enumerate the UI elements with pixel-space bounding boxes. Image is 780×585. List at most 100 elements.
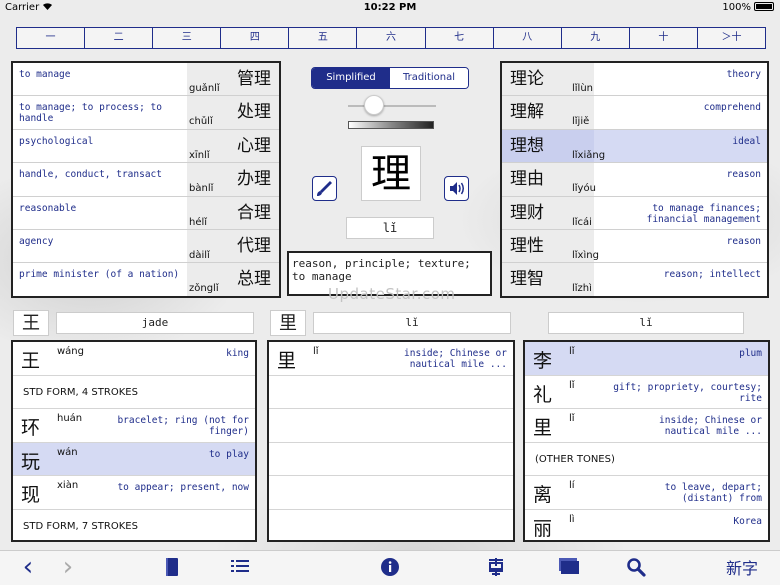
book-icon <box>166 558 178 576</box>
char-pinyin: huán <box>57 413 83 424</box>
word-hanzi: 理论 <box>510 69 544 89</box>
word-pinyin: bànlǐ <box>189 183 214 195</box>
brush-button[interactable] <box>312 176 337 201</box>
char-row[interactable]: 玩 wán to play <box>13 442 255 476</box>
char-definition: Korea <box>733 515 762 527</box>
book-button[interactable] <box>160 557 184 581</box>
word-row[interactable]: psychological 心理 xīnlǐ <box>13 129 279 164</box>
word-row[interactable]: to manage; to process; to handle 处理 chǔlǐ <box>13 96 279 130</box>
word-hanzi: 总理 <box>237 269 271 290</box>
char-pinyin: wáng <box>57 346 84 357</box>
char-row[interactable]: 环 huán bracelet; ring (not for finger) <box>13 409 255 443</box>
traditional-button[interactable]: Traditional <box>390 68 468 88</box>
char-hanzi: 丽 <box>533 517 553 540</box>
stroke-tab-7[interactable]: 七 <box>426 28 494 48</box>
stroke-count-tabs: 一 二 三 四 五 六 七 八 九 十 ＞十 <box>16 27 766 49</box>
speaker-icon <box>450 182 464 195</box>
script-toggle: Simplified Traditional <box>311 67 469 89</box>
word-hanzi: 处理 <box>237 102 271 123</box>
word-pinyin: lǐxiǎng <box>572 149 606 161</box>
flashcards-icon <box>559 558 579 574</box>
word-definition: agency <box>19 236 54 247</box>
component-meaning-2: lǐ <box>313 312 511 334</box>
flashcards-button[interactable] <box>556 557 582 581</box>
word-row[interactable]: handle, conduct, transact 办理 bànlǐ <box>13 163 279 197</box>
slider-track <box>348 105 436 107</box>
char-row[interactable]: 离 lí to leave, depart; (distant) from <box>525 476 768 510</box>
word-pinyin: lǐzhì <box>572 283 592 295</box>
char-definition: gift; propriety, courtesy; rite <box>613 381 762 404</box>
char-hanzi: 玩 <box>21 450 41 473</box>
char-row[interactable]: 现 xiàn to appear; present, now <box>13 476 255 510</box>
stroke-tab-more[interactable]: ＞十 <box>698 28 765 48</box>
component-meaning-1: jade <box>56 312 254 334</box>
word-row[interactable]: reasonable 合理 hélǐ <box>13 196 279 230</box>
word-hanzi: 合理 <box>237 202 271 223</box>
word-definition: to manage <box>19 69 71 80</box>
char-hanzi: 李 <box>533 350 553 372</box>
char-hanzi: 环 <box>21 417 41 439</box>
stroke-tab-3[interactable]: 三 <box>153 28 222 48</box>
char-hanzi: 里 <box>277 350 297 372</box>
stroke-size-slider[interactable] <box>348 95 436 115</box>
empty-row <box>269 510 513 541</box>
char-definition: to play <box>208 448 249 460</box>
char-definition: inside; Chinese or nautical mile ... <box>659 415 762 437</box>
char-hanzi: 现 <box>21 484 41 506</box>
word-hanzi: 理性 <box>510 236 544 256</box>
char-row[interactable]: 里 lǐ inside; Chinese or nautical mile ... <box>269 342 513 376</box>
word-row[interactable]: comprehend 理解 lǐjiě <box>502 96 767 130</box>
word-row[interactable]: agency 代理 dàilǐ <box>13 230 279 264</box>
char-row[interactable]: 礼 lǐ gift; propriety, courtesy; rite <box>525 376 768 409</box>
component-char-2[interactable]: 里 <box>270 310 306 336</box>
word-pinyin: lǐyóu <box>572 183 596 195</box>
word-row[interactable]: reason; intellect 理智 lǐzhì <box>502 263 767 296</box>
char-row[interactable]: 里 lǐ inside; Chinese or nautical mile ... <box>525 409 768 443</box>
word-row[interactable]: to manage finances; financial management… <box>502 196 767 230</box>
main-character[interactable]: 理 <box>361 146 421 201</box>
stroke-tab-5[interactable]: 五 <box>289 28 358 48</box>
component-list-2: 里 lǐ inside; Chinese or nautical mile ... <box>267 340 515 542</box>
shade-gradient-bar[interactable] <box>348 121 434 129</box>
info-button[interactable] <box>378 557 402 581</box>
word-definition: reason <box>726 169 761 181</box>
stroke-tab-10[interactable]: 十 <box>630 28 698 48</box>
char-pinyin: xiàn <box>57 480 79 491</box>
stroke-tab-6[interactable]: 六 <box>357 28 426 48</box>
char-row[interactable]: 丽 lì Korea <box>525 510 768 541</box>
word-row[interactable]: theory 理论 lǐlùn <box>502 63 767 97</box>
word-row[interactable]: reason 理性 lǐxìng <box>502 230 767 264</box>
word-pinyin: hélǐ <box>189 216 208 228</box>
word-pinyin: lǐxìng <box>572 250 599 261</box>
word-row[interactable]: reason 理由 lǐyóu <box>502 163 767 197</box>
word-row[interactable]: to manage 管理 guǎnlǐ <box>13 63 279 97</box>
char-definition: king <box>226 348 249 359</box>
forward-button[interactable]: › <box>58 554 78 581</box>
word-hanzi: 办理 <box>237 169 271 190</box>
list-icon <box>231 560 249 572</box>
word-hanzi: 理由 <box>510 169 544 190</box>
stroke-tab-9[interactable]: 九 <box>562 28 630 48</box>
stroke-order-button[interactable] <box>484 557 508 581</box>
list-button[interactable] <box>228 557 252 581</box>
speaker-button[interactable] <box>444 176 469 201</box>
simplified-button[interactable]: Simplified <box>312 68 390 88</box>
word-hanzi: 心理 <box>237 135 271 156</box>
stroke-tab-4[interactable]: 四 <box>221 28 290 48</box>
char-pinyin: lǐ <box>569 379 575 391</box>
new-character-button[interactable]: 新字 <box>720 557 764 581</box>
char-row[interactable]: 王 wáng king <box>13 342 255 376</box>
word-row[interactable]: ideal 理想 lǐxiǎng <box>502 129 767 164</box>
slider-knob[interactable] <box>364 95 384 115</box>
stroke-tab-8[interactable]: 八 <box>494 28 562 48</box>
word-pinyin: lǐjiě <box>572 116 590 128</box>
char-hanzi: 里 <box>533 417 553 439</box>
word-definition: to manage; to process; to handle <box>19 102 162 125</box>
char-row[interactable]: 李 lǐ plum <box>525 342 768 376</box>
word-row[interactable]: prime minister (of a nation) 总理 zǒnglǐ <box>13 263 279 296</box>
stroke-tab-1[interactable]: 一 <box>17 28 86 48</box>
search-button[interactable] <box>624 557 648 581</box>
component-char-1[interactable]: 王 <box>13 310 49 336</box>
stroke-tab-2[interactable]: 二 <box>85 28 154 48</box>
back-button[interactable]: ‹ <box>18 554 38 581</box>
